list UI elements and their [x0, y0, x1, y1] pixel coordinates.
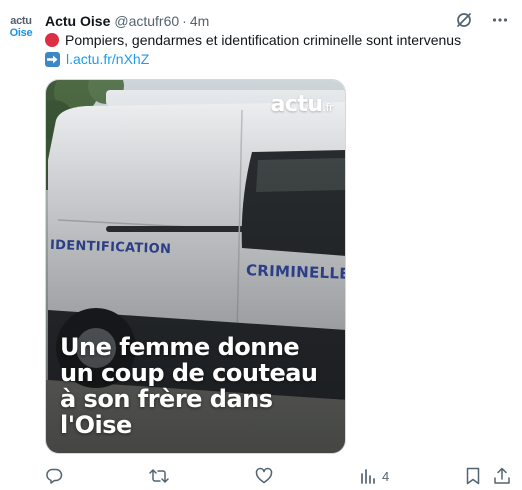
reply-button[interactable] — [45, 467, 63, 485]
share-button[interactable] — [493, 467, 511, 485]
grok-icon[interactable] — [454, 10, 474, 30]
more-options-icon[interactable] — [490, 10, 510, 30]
tweet-text: Pompiers, gendarmes et identification cr… — [65, 32, 462, 48]
bookmark-icon — [466, 467, 480, 485]
tweet-text-line: Pompiers, gendarmes et identification cr… — [45, 32, 461, 48]
separator-dot: · — [182, 13, 187, 29]
avatar-text-bottom: Oise — [9, 27, 33, 39]
tweet-actions-bar: 4 — [45, 466, 510, 486]
actu-logo: actu.fr — [270, 92, 334, 117]
like-button[interactable] — [255, 467, 273, 485]
van-lettering-right: CRIMINELLE — [245, 261, 346, 283]
red-circle-emoji-icon — [45, 33, 59, 47]
views-button[interactable]: 4 — [360, 468, 389, 484]
timestamp[interactable]: 4m — [190, 13, 209, 29]
avatar[interactable]: actu Oise — [6, 16, 36, 46]
author-name[interactable]: Actu Oise — [45, 13, 110, 29]
avatar-text-top: actu — [10, 15, 32, 27]
logo-text: actu — [270, 92, 324, 117]
share-icon — [494, 467, 510, 484]
retweet-icon — [149, 469, 169, 483]
tweet[interactable]: actu Oise Actu Oise @actufr60 · 4m Pompi… — [0, 0, 522, 490]
right-arrow-emoji-icon — [45, 51, 60, 67]
reply-icon — [46, 468, 63, 484]
tweet-link[interactable]: l.actu.fr/nXhZ — [66, 51, 149, 67]
heart-icon — [255, 467, 273, 484]
bookmark-button[interactable] — [465, 467, 481, 485]
tweet-media-image[interactable]: actu.fr IDENTIFICATION CRIMINELLE Une fe… — [45, 79, 346, 454]
retweet-button[interactable] — [149, 467, 169, 485]
author-handle[interactable]: @actufr60 — [114, 13, 179, 29]
views-count: 4 — [382, 468, 390, 484]
media-headline: Une femme donne un coup de couteau à son… — [60, 333, 318, 439]
views-icon — [361, 469, 375, 484]
logo-suffix: .fr — [322, 101, 334, 114]
tweet-link-line: l.actu.fr/nXhZ — [45, 51, 149, 67]
tweet-header: Actu Oise @actufr60 · 4m — [45, 12, 209, 30]
header-actions — [454, 10, 510, 30]
